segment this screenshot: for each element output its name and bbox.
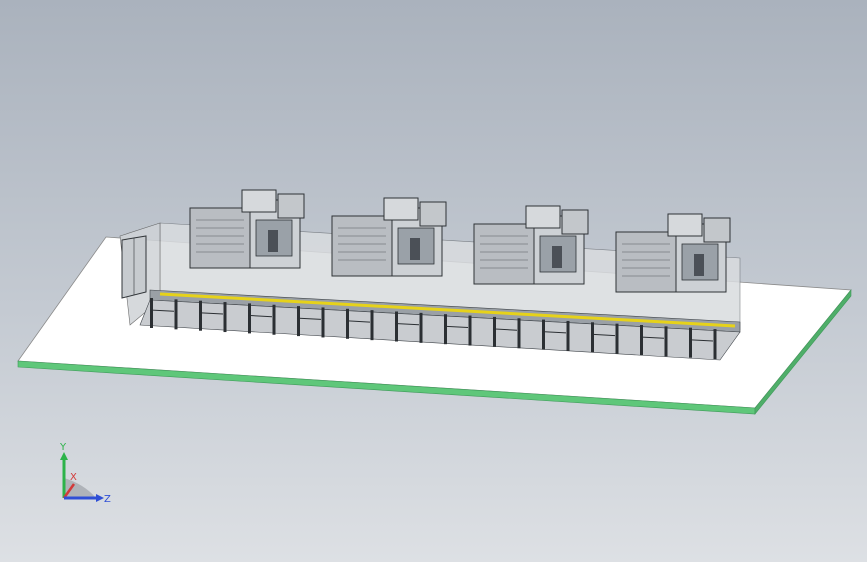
tool-magazine <box>277 193 305 219</box>
support-leg <box>150 298 153 328</box>
cnc-body <box>473 223 535 285</box>
y-axis-arrowhead <box>60 452 68 460</box>
spindle <box>694 254 704 276</box>
support-leg <box>321 307 325 338</box>
tool-magazine <box>419 201 447 227</box>
cnc-body <box>331 215 393 277</box>
support-leg <box>566 320 570 351</box>
cnc-machine-cell <box>615 213 731 293</box>
spindle <box>410 238 420 260</box>
support-leg <box>174 299 178 330</box>
support-leg <box>272 304 276 335</box>
support-leg <box>199 300 202 331</box>
support-leg <box>517 318 521 349</box>
z-axis-arrowhead <box>96 494 104 502</box>
support-leg <box>395 311 398 342</box>
spindle-housing <box>667 213 703 237</box>
support-leg <box>689 327 692 358</box>
support-leg <box>346 308 349 339</box>
support-leg <box>640 325 643 355</box>
cad-3d-viewport[interactable] <box>0 0 867 562</box>
support-leg <box>223 302 227 333</box>
cnc-machine-cell <box>331 197 447 277</box>
support-leg <box>419 312 423 343</box>
spindle <box>268 230 278 252</box>
x-axis-label: X <box>70 472 77 483</box>
tool-magazine <box>703 217 731 243</box>
spindle <box>552 246 562 268</box>
support-leg <box>248 303 251 334</box>
support-leg <box>493 316 496 347</box>
support-leg <box>370 310 374 341</box>
cnc-machine-cell <box>189 189 305 269</box>
support-leg <box>444 314 447 345</box>
cnc-body <box>189 207 251 269</box>
axis-base-wedge <box>64 478 96 498</box>
support-leg <box>297 306 300 337</box>
axis-triad[interactable]: Y X Z <box>44 440 114 510</box>
support-leg <box>468 315 472 346</box>
y-axis-label: Y <box>59 442 67 453</box>
spindle-housing <box>383 197 419 221</box>
cnc-machine-cell <box>473 205 589 285</box>
spindle-housing <box>525 205 561 229</box>
access-door-frame <box>121 235 147 299</box>
z-axis-label: Z <box>104 494 111 505</box>
support-leg <box>713 329 717 360</box>
support-leg <box>664 326 668 357</box>
support-leg <box>542 319 545 350</box>
support-leg <box>615 323 619 354</box>
tool-magazine <box>561 209 589 235</box>
cnc-body <box>615 231 677 293</box>
spindle-housing <box>241 189 277 213</box>
support-leg <box>591 322 594 353</box>
